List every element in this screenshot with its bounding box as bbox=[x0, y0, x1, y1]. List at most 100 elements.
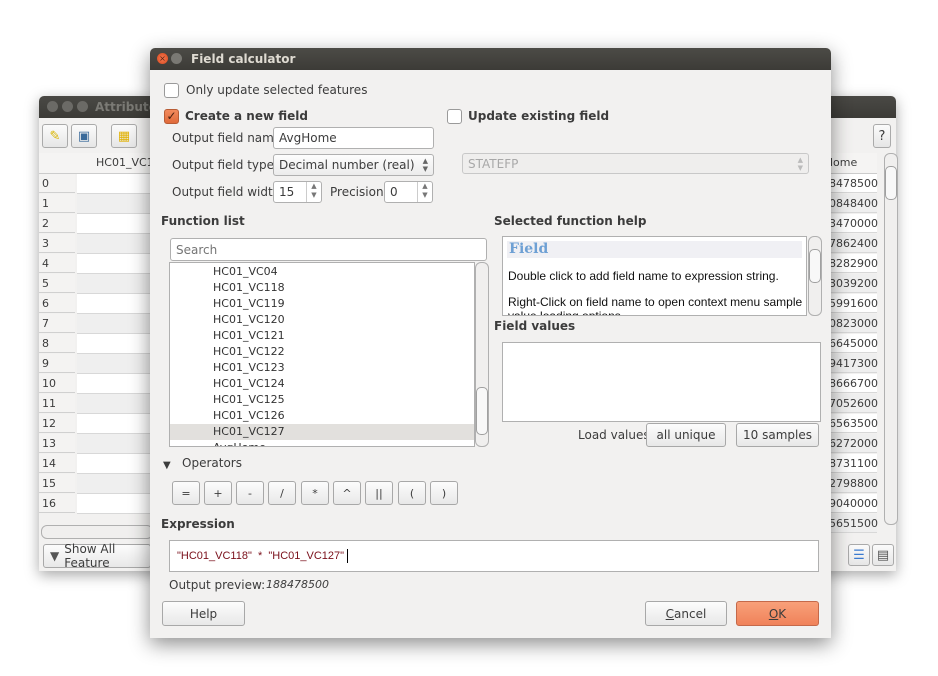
row-number[interactable]: 15 bbox=[39, 474, 75, 493]
table-cell[interactable]: 0823000 bbox=[829, 314, 878, 333]
collapse-triangle-icon[interactable]: ▼ bbox=[163, 460, 171, 471]
table-cell[interactable] bbox=[77, 474, 151, 494]
function-list-scrollbar[interactable] bbox=[475, 262, 489, 447]
function-list-item[interactable]: HC01_VC120 bbox=[170, 312, 474, 328]
row-number[interactable]: 11 bbox=[39, 394, 75, 413]
function-list-item[interactable]: HC01_VC121 bbox=[170, 328, 474, 344]
table-cell[interactable] bbox=[77, 214, 151, 234]
operator-button[interactable]: ) bbox=[430, 481, 458, 505]
table-cell[interactable] bbox=[77, 174, 151, 194]
create-new-field-checkbox[interactable]: ✓ bbox=[164, 109, 179, 124]
table-cell[interactable]: 8478500 bbox=[829, 174, 878, 193]
row-number[interactable]: 12 bbox=[39, 414, 75, 433]
operator-button[interactable]: / bbox=[268, 481, 296, 505]
field-values-list[interactable] bbox=[502, 342, 821, 422]
function-list-item[interactable]: HC01_VC126 bbox=[170, 408, 474, 424]
table-horizontal-scrollbar[interactable] bbox=[41, 525, 153, 539]
expression-editor[interactable]: "HC01_VC118" * "HC01_VC127" bbox=[169, 540, 819, 572]
function-list[interactable]: HC01_VC04 HC01_VC118 HC01_VC119 HC01_VC120 H… bbox=[169, 262, 475, 447]
table-cell[interactable]: 2798800 bbox=[829, 474, 878, 493]
table-cell[interactable]: 8666700 bbox=[829, 374, 878, 393]
operator-button[interactable]: || bbox=[365, 481, 393, 505]
row-number[interactable]: 6 bbox=[39, 294, 75, 313]
row-number[interactable]: 3 bbox=[39, 234, 75, 253]
function-list-item[interactable]: HC01_VC118 bbox=[170, 280, 474, 296]
table-cell[interactable] bbox=[77, 374, 151, 394]
function-list-item[interactable]: HC01_VC124 bbox=[170, 376, 474, 392]
ok-button[interactable]: OK bbox=[736, 601, 819, 626]
help-button[interactable]: Help bbox=[162, 601, 245, 626]
table-cell[interactable]: 8282900 bbox=[829, 254, 878, 273]
help-scrollbar[interactable] bbox=[808, 236, 822, 316]
column-header[interactable]: HC01_VC1 bbox=[96, 156, 154, 169]
scrollbar-thumb[interactable] bbox=[885, 166, 897, 200]
function-list-item[interactable]: HC01_VC04 bbox=[170, 264, 474, 280]
table-cell[interactable] bbox=[77, 194, 151, 214]
table-cell[interactable]: 7862400 bbox=[829, 234, 878, 253]
table-cell[interactable]: 8731100 bbox=[829, 454, 878, 473]
table-view-button[interactable]: ▤ bbox=[872, 544, 894, 566]
table-cell[interactable]: 9040000 bbox=[829, 494, 878, 513]
table-cell[interactable]: 9417300 bbox=[829, 354, 878, 373]
table-cell[interactable] bbox=[77, 394, 151, 414]
function-list-item[interactable]: HC01_VC122 bbox=[170, 344, 474, 360]
table-cell[interactable]: 0848400 bbox=[829, 194, 878, 213]
ten-samples-button[interactable]: 10 samples bbox=[736, 423, 819, 447]
maximize-icon[interactable] bbox=[77, 101, 88, 112]
table-cell[interactable]: 6645000 bbox=[829, 334, 878, 353]
table-cell[interactable]: 6272000 bbox=[829, 434, 878, 453]
row-number[interactable]: 5 bbox=[39, 274, 75, 293]
close-icon[interactable]: × bbox=[157, 53, 168, 64]
operator-button[interactable]: + bbox=[204, 481, 232, 505]
table-cell[interactable] bbox=[77, 314, 151, 334]
operators-label[interactable]: Operators bbox=[182, 456, 242, 470]
close-icon[interactable] bbox=[47, 101, 58, 112]
output-field-name-input[interactable]: AvgHome bbox=[273, 127, 434, 149]
table-cell[interactable] bbox=[77, 414, 151, 434]
output-field-width-spinbox[interactable]: 15 ▲ ▼ bbox=[273, 181, 322, 203]
table-cell[interactable] bbox=[77, 234, 151, 254]
row-number[interactable]: 1 bbox=[39, 194, 75, 213]
table-cell[interactable] bbox=[77, 434, 151, 454]
table-cell[interactable] bbox=[77, 294, 151, 314]
function-search-input[interactable] bbox=[170, 238, 487, 261]
spin-arrows-icon[interactable]: ▲ ▼ bbox=[417, 182, 432, 202]
function-list-item[interactable]: AvgHome bbox=[170, 440, 474, 446]
precision-spinbox[interactable]: 0 ▲ ▼ bbox=[384, 181, 433, 203]
operator-button[interactable]: ( bbox=[398, 481, 426, 505]
table-cell[interactable]: 3039200 bbox=[829, 274, 878, 293]
row-number[interactable]: 8 bbox=[39, 334, 75, 353]
row-number[interactable]: 16 bbox=[39, 494, 75, 513]
all-unique-button[interactable]: all unique bbox=[646, 423, 726, 447]
table-cell[interactable] bbox=[77, 274, 151, 294]
minimize-icon[interactable] bbox=[62, 101, 73, 112]
function-list-item[interactable]: HC01_VC119 bbox=[170, 296, 474, 312]
row-number[interactable]: 9 bbox=[39, 354, 75, 373]
row-number[interactable]: 14 bbox=[39, 454, 75, 473]
row-number[interactable]: 4 bbox=[39, 254, 75, 273]
table-cell[interactable]: 3470000 bbox=[829, 214, 878, 233]
scrollbar-thumb[interactable] bbox=[809, 249, 821, 283]
minimize-icon[interactable] bbox=[171, 53, 182, 64]
table-cell[interactable]: 6563500 bbox=[829, 414, 878, 433]
only-selected-checkbox[interactable] bbox=[164, 83, 179, 98]
function-list-item[interactable]: HC01_VC127 bbox=[170, 424, 474, 440]
scrollbar-thumb[interactable] bbox=[476, 387, 488, 435]
row-number[interactable]: 10 bbox=[39, 374, 75, 393]
operator-button[interactable]: = bbox=[172, 481, 200, 505]
update-existing-checkbox[interactable] bbox=[447, 109, 462, 124]
function-list-item[interactable]: HC01_VC123 bbox=[170, 360, 474, 376]
row-number[interactable]: 2 bbox=[39, 214, 75, 233]
show-all-features-button[interactable]: ▼ Show All Feature bbox=[43, 542, 151, 570]
save-edits-button[interactable]: ▣ bbox=[71, 124, 97, 148]
table-cell[interactable]: 5651500 bbox=[829, 514, 878, 533]
help-button[interactable]: ? bbox=[873, 124, 891, 148]
table-cell[interactable] bbox=[77, 334, 151, 354]
function-list-item[interactable]: HC01_VC125 bbox=[170, 392, 474, 408]
column-header-avghome[interactable]: lome bbox=[830, 156, 857, 169]
row-number[interactable]: 13 bbox=[39, 434, 75, 453]
row-number[interactable]: 0 bbox=[39, 174, 75, 193]
existing-field-select[interactable]: STATEFP ▲ ▼ bbox=[462, 153, 809, 174]
table-cell[interactable] bbox=[77, 494, 151, 514]
row-number[interactable]: 7 bbox=[39, 314, 75, 333]
